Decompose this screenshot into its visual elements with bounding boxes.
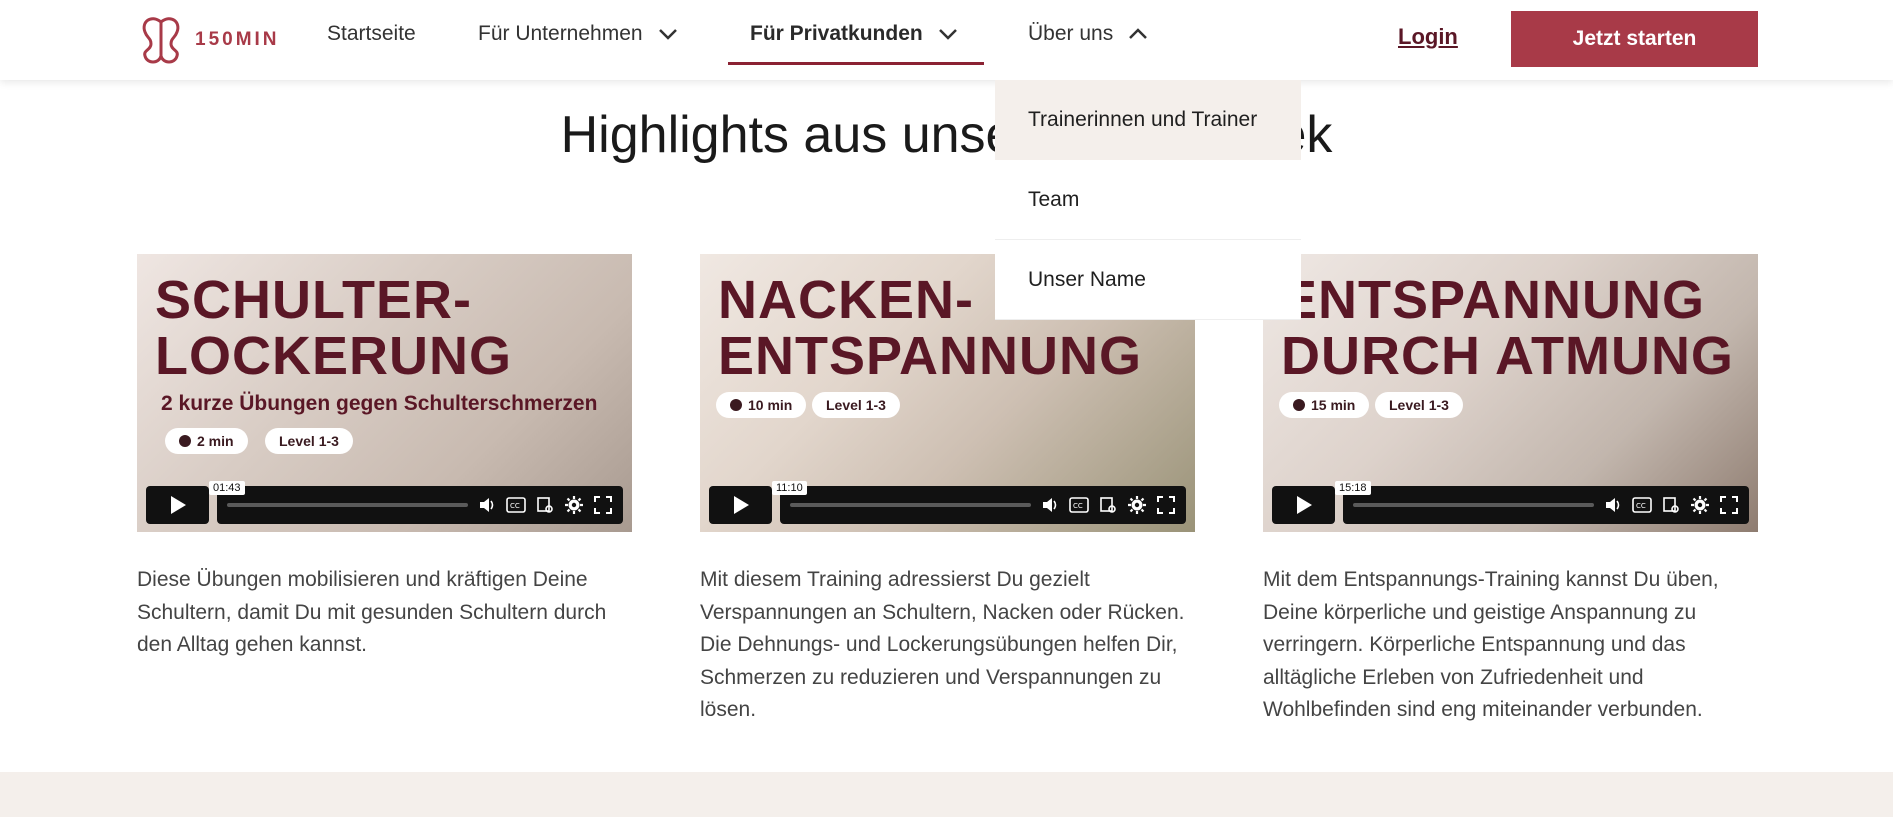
svg-text:CC: CC [510, 502, 520, 510]
duration-text: 10 min [748, 397, 793, 413]
progress-track[interactable]: 11:10 [772, 481, 1031, 507]
play-button[interactable] [709, 486, 772, 524]
nav-fuer-privatkunden[interactable]: Für Privatkunden [750, 22, 959, 46]
clock-icon [1293, 399, 1305, 411]
play-button[interactable] [146, 486, 209, 524]
logo-text: 150MIN [195, 29, 280, 50]
dropdown-item-trainer[interactable]: Trainerinnen und Trainer [995, 80, 1301, 160]
dropdown-item-unser-name[interactable]: Unser Name [995, 240, 1301, 320]
fullscreen-icon[interactable] [1719, 495, 1739, 515]
play-icon [170, 496, 186, 514]
video-controls: 15:18 CC [1272, 481, 1749, 524]
video-card: SCHULTER- LOCKERUNG 2 kurze Übungen gege… [137, 254, 632, 662]
video-card: NACKEN- ENTSPANNUNG 10 min Level 1-3 11:… [700, 254, 1195, 727]
transcript-icon[interactable] [535, 495, 555, 515]
video-title: SCHULTER- LOCKERUNG [155, 270, 512, 386]
video-subtitle: 2 kurze Übungen gegen Schulterschmerzen [161, 392, 598, 415]
control-bar: 15:18 CC [1335, 481, 1749, 524]
level-text: Level 1-3 [826, 397, 886, 413]
play-icon [733, 496, 749, 514]
video-description: Diese Übungen mobilisieren und kräftigen… [137, 568, 607, 656]
clock-icon [179, 435, 191, 447]
duration-text: 15 min [1311, 397, 1356, 413]
nav-fuer-unternehmen[interactable]: Für Unternehmen [478, 22, 679, 46]
time-tooltip: 01:43 [209, 481, 245, 495]
nav-label: Für Privatkunden [750, 22, 923, 45]
level-badge: Level 1-3 [812, 392, 900, 418]
video-player[interactable]: ENTSPANNUNG DURCH ATMUNG 15 min Level 1-… [1263, 254, 1758, 532]
svg-text:CC: CC [1636, 502, 1646, 510]
captions-icon[interactable]: CC [1632, 495, 1652, 515]
control-bar: 01:43 CC [209, 481, 623, 524]
dropdown-item-team[interactable]: Team [995, 160, 1301, 240]
duration-badge: 2 min [165, 428, 248, 454]
level-text: Level 1-3 [279, 433, 339, 449]
jetzt-starten-button[interactable]: Jetzt starten [1511, 11, 1758, 67]
active-nav-indicator [728, 62, 984, 65]
duration-text: 2 min [197, 433, 234, 449]
settings-gear-icon[interactable] [1127, 495, 1147, 515]
login-link[interactable]: Login [1398, 24, 1458, 50]
clock-icon [730, 399, 742, 411]
progress-track[interactable]: 15:18 [1335, 481, 1594, 507]
settings-gear-icon[interactable] [1690, 495, 1710, 515]
level-badge: Level 1-3 [1375, 392, 1463, 418]
captions-icon[interactable]: CC [506, 495, 526, 515]
video-description: Mit dem Entspannungs-Training kannst Du … [1263, 568, 1719, 721]
video-description: Mit diesem Training adressierst Du gezie… [700, 568, 1185, 721]
duration-badge: 15 min [1279, 392, 1370, 418]
transcript-icon[interactable] [1098, 495, 1118, 515]
level-text: Level 1-3 [1389, 397, 1449, 413]
volume-icon[interactable] [1040, 495, 1060, 515]
transcript-icon[interactable] [1661, 495, 1681, 515]
volume-icon[interactable] [1603, 495, 1623, 515]
duration-badge: 10 min [716, 392, 807, 418]
volume-icon[interactable] [477, 495, 497, 515]
nav-label: Für Unternehmen [478, 22, 643, 45]
time-tooltip: 15:18 [1335, 481, 1371, 495]
site-header: 150MIN Startseite Für Unternehmen Für Pr… [0, 0, 1893, 80]
time-tooltip: 11:10 [772, 481, 807, 495]
chevron-up-icon [1129, 28, 1148, 39]
captions-icon[interactable]: CC [1069, 495, 1089, 515]
control-bar: 11:10 CC [772, 481, 1186, 524]
svg-text:CC: CC [1073, 502, 1083, 510]
video-controls: 01:43 CC [146, 481, 623, 524]
video-player[interactable]: SCHULTER- LOCKERUNG 2 kurze Übungen gege… [137, 254, 632, 532]
nav-startseite[interactable]: Startseite [327, 22, 416, 46]
video-title: ENTSPANNUNG DURCH ATMUNG [1281, 270, 1734, 386]
section-title: Highlights aus unserer Mediathek [560, 106, 1333, 164]
logo[interactable]: 150MIN [137, 16, 280, 64]
logo-icon [142, 17, 180, 64]
chevron-down-icon [658, 29, 677, 40]
fullscreen-icon[interactable] [1156, 495, 1176, 515]
nav-label: Startseite [327, 22, 416, 45]
video-controls: 11:10 CC [709, 481, 1186, 524]
chevron-down-icon [938, 29, 957, 40]
ueber-uns-dropdown: Trainerinnen und Trainer Team Unser Name [995, 80, 1301, 320]
play-icon [1296, 496, 1312, 514]
video-card: ENTSPANNUNG DURCH ATMUNG 15 min Level 1-… [1263, 254, 1758, 727]
fullscreen-icon[interactable] [593, 495, 613, 515]
level-badge: Level 1-3 [265, 428, 353, 454]
play-button[interactable] [1272, 486, 1335, 524]
progress-track[interactable]: 01:43 [209, 481, 468, 507]
nav-ueber-uns[interactable]: Über uns [1028, 22, 1149, 46]
nav-label: Über uns [1028, 22, 1114, 45]
settings-gear-icon[interactable] [564, 495, 584, 515]
footer-band [0, 772, 1893, 817]
